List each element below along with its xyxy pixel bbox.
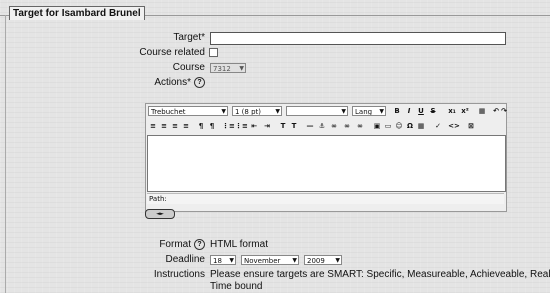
course-label: Course (172, 62, 205, 73)
editor-path: Path: (147, 193, 504, 204)
chevron-down-icon: ▼ (229, 257, 234, 264)
align-justify-icon[interactable]: ≡ (181, 121, 191, 132)
outdent-icon[interactable]: ⇤ (248, 121, 260, 132)
nolink-icon[interactable]: ∞ (354, 121, 366, 132)
deadline-label: Deadline (165, 254, 205, 265)
align-center-icon[interactable]: ≡ (159, 121, 169, 132)
undo-icon[interactable]: ↶ (492, 106, 500, 117)
html-editor: Trebuchet ▼ 1 (8 pt) ▼ ▼ Lang ▼ B I U S x₁ … (145, 103, 507, 212)
day-value: 18 (213, 257, 222, 265)
help-icon[interactable]: ? (194, 77, 205, 88)
course-select[interactable]: 7312 ▼ (210, 63, 246, 73)
superscript-button[interactable]: x² (459, 106, 471, 117)
background-color-icon[interactable]: T (289, 121, 299, 132)
format-label: Format? (159, 239, 205, 250)
deadline-month-select[interactable]: November ▼ (241, 255, 299, 265)
ordered-list-icon[interactable]: ⋮≡ (222, 121, 235, 132)
chevron-down-icon: ▼ (335, 257, 340, 264)
size-select[interactable]: 1 (8 pt) ▼ (232, 106, 282, 116)
course-select-value: 7312 (213, 65, 231, 73)
font-select-value: Trebuchet (151, 108, 186, 116)
editor-resize-handle[interactable]: ◄► (145, 209, 175, 219)
indent-icon[interactable]: ⇥ (261, 121, 273, 132)
subscript-button[interactable]: x₁ (446, 106, 458, 117)
course-related-checkbox[interactable] (209, 48, 218, 57)
html-source-icon[interactable]: <> (448, 121, 460, 132)
fullscreen-icon[interactable]: ⊠ (466, 121, 476, 132)
course-related-label: Course related (139, 47, 205, 58)
month-value: November (244, 257, 281, 265)
align-left-icon[interactable]: ≡ (148, 121, 158, 132)
rtl-icon[interactable]: ¶ (207, 121, 217, 132)
anchor-icon[interactable]: ⚓ (317, 121, 327, 132)
style-select[interactable]: ▼ (286, 106, 348, 116)
image-icon[interactable]: ▣ (372, 121, 382, 132)
editor-textarea[interactable] (147, 135, 506, 192)
actions-label: Actions*? (154, 77, 205, 88)
fieldset-left-border (5, 15, 6, 293)
chevron-down-icon: ▼ (341, 108, 346, 115)
unlink-icon[interactable]: ∞ (341, 121, 353, 132)
redo-icon[interactable]: ↷ (500, 106, 508, 117)
target-input[interactable] (210, 32, 506, 45)
ltr-icon[interactable]: ¶ (196, 121, 206, 132)
chevron-down-icon: ▼ (379, 108, 384, 115)
editor-toolbar-1: Trebuchet ▼ 1 (8 pt) ▼ ▼ Lang ▼ B I U S x₁ … (148, 106, 507, 117)
chevron-down-icon: ▼ (292, 257, 297, 264)
target-label: Target* (173, 32, 205, 43)
deadline-day-select[interactable]: 18 ▼ (210, 255, 236, 265)
horizontal-rule-icon[interactable]: — (304, 121, 316, 132)
instructions-label: Instructions (153, 269, 205, 280)
spellcheck-icon[interactable]: ✓ (433, 121, 443, 132)
help-icon[interactable]: ? (194, 239, 205, 250)
lang-select[interactable]: Lang ▼ (352, 106, 386, 116)
format-label-text: Format (159, 239, 191, 251)
clean-html-icon[interactable]: ▦ (477, 106, 487, 117)
smiley-icon[interactable]: ☺ (394, 121, 404, 132)
strikethrough-button[interactable]: S (428, 106, 438, 117)
font-select[interactable]: Trebuchet ▼ (148, 106, 228, 116)
unordered-list-icon[interactable]: ⋮≡ (235, 121, 248, 132)
instructions-line-1: Please ensure targets are SMART: Specifi… (210, 269, 550, 280)
underline-button[interactable]: U (416, 106, 426, 117)
chevron-down-icon: ▼ (221, 108, 226, 115)
table-icon[interactable]: ▭ (383, 121, 393, 132)
text-color-icon[interactable]: T (278, 121, 288, 132)
lang-select-value: Lang (355, 108, 373, 116)
align-right-icon[interactable]: ≡ (170, 121, 180, 132)
fieldset-legend: Target for Isambard Brunel (9, 6, 145, 20)
paste-icon[interactable]: ▦ (416, 121, 426, 132)
special-char-icon[interactable]: Ω (405, 121, 415, 132)
size-select-value: 1 (8 pt) (235, 108, 262, 116)
chevron-down-icon: ▼ (239, 65, 244, 72)
link-icon[interactable]: ∞ (328, 121, 340, 132)
italic-button[interactable]: I (404, 106, 414, 117)
format-value: HTML format (210, 239, 268, 250)
chevron-down-icon: ▼ (275, 108, 280, 115)
actions-label-text: Actions* (154, 77, 191, 89)
bold-button[interactable]: B (392, 106, 402, 117)
year-value: 2009 (307, 257, 325, 265)
instructions-line-2: Time bound (210, 281, 263, 292)
deadline-year-select[interactable]: 2009 ▼ (304, 255, 342, 265)
editor-toolbar-2: ≡ ≡ ≡ ≡ ¶ ¶ ⋮≡ ⋮≡ ⇤ ⇥ T T — ⚓ ∞ ∞ ∞ ▣ ▭ … (148, 121, 504, 132)
